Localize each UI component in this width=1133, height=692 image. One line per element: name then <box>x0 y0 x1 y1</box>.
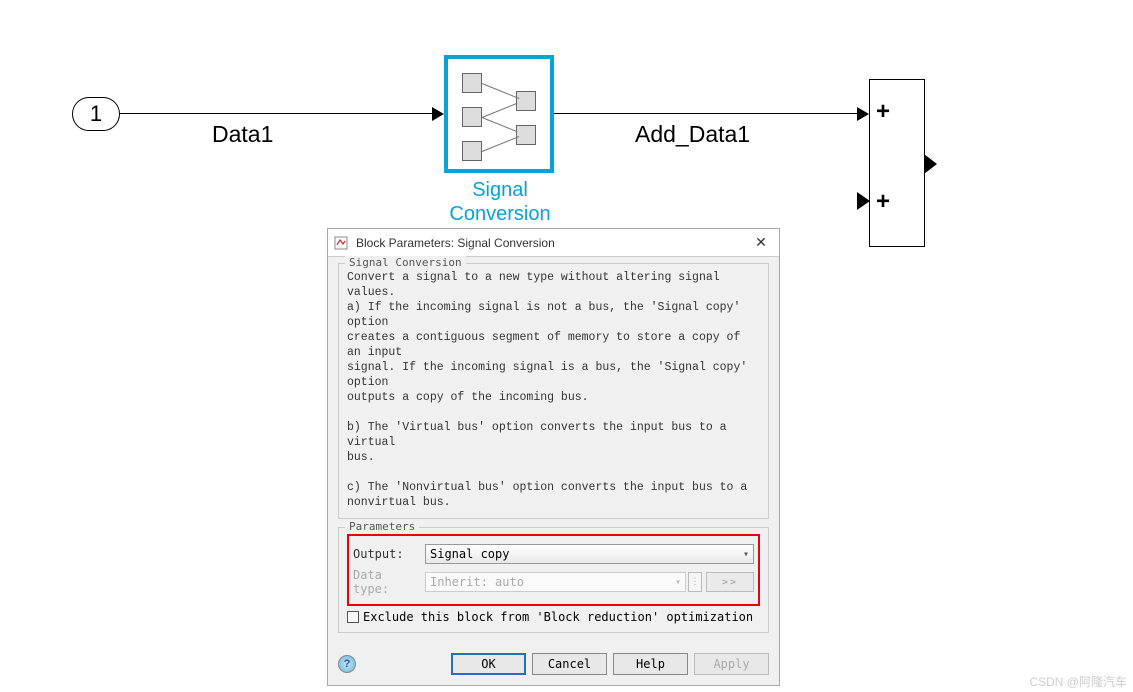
output-value: Signal copy <box>430 547 509 561</box>
help-icon[interactable]: ? <box>338 655 356 673</box>
block-parameters-dialog: Block Parameters: Signal Conversion ✕ Si… <box>327 228 780 686</box>
cancel-button[interactable]: Cancel <box>532 653 607 675</box>
dialog-footer: ? OK Cancel Help Apply <box>328 649 779 685</box>
block-icon-line <box>482 103 518 118</box>
block-icon-box <box>462 107 482 127</box>
block-icon-box <box>516 125 536 145</box>
apply-button: Apply <box>694 653 769 675</box>
ok-button[interactable]: OK <box>451 653 526 675</box>
output-dropdown[interactable]: Signal copy <box>425 544 754 564</box>
exclude-checkbox[interactable] <box>347 611 359 623</box>
signal-line-1 <box>120 113 440 114</box>
output-label: Output: <box>353 547 425 561</box>
section-title: Signal Conversion <box>345 256 466 269</box>
datatype-assistant-button: ⋮ <box>688 572 702 592</box>
plus-icon: + <box>876 188 890 216</box>
exclude-row: Exclude this block from 'Block reduction… <box>347 610 760 624</box>
signal-conversion-label: Signal Conversion <box>440 178 560 226</box>
dialog-titlebar[interactable]: Block Parameters: Signal Conversion ✕ <box>328 229 779 257</box>
simulink-icon <box>334 235 350 251</box>
block-description: Convert a signal to a new type without a… <box>347 270 760 510</box>
sum-block[interactable]: + + <box>869 79 925 247</box>
expand-icon: >> <box>722 577 738 588</box>
close-button[interactable]: ✕ <box>749 233 773 253</box>
datatype-value: Inherit: auto <box>430 575 524 589</box>
help-button[interactable]: Help <box>613 653 688 675</box>
exclude-label: Exclude this block from 'Block reduction… <box>363 610 753 624</box>
dialog-title: Block Parameters: Signal Conversion <box>356 236 555 250</box>
block-icon-line <box>482 83 519 99</box>
inport-number: 1 <box>90 101 102 127</box>
sum-input-port <box>857 192 870 210</box>
datatype-dropdown: Inherit: auto <box>425 572 686 592</box>
sum-output-port <box>925 155 937 173</box>
block-icon-line <box>482 117 518 132</box>
block-icon-line <box>482 136 519 152</box>
block-icon-box <box>462 73 482 93</box>
close-icon: ✕ <box>755 234 767 251</box>
section-title: Parameters <box>345 520 419 533</box>
watermark: CSDN @阿隆汽车 <box>1029 673 1127 690</box>
block-label-line1: Signal <box>440 178 560 202</box>
block-icon-box <box>516 91 536 111</box>
datatype-label: Data type: <box>353 568 425 596</box>
arrow-icon <box>432 107 444 121</box>
arrow-icon <box>857 107 869 121</box>
highlighted-parameters: Output: Signal copy Data type: Inherit: … <box>347 534 760 606</box>
parameters-section: Parameters Output: Signal copy Data type… <box>338 527 769 633</box>
dialog-body: Signal Conversion Convert a signal to a … <box>328 257 779 649</box>
signal1-label: Data1 <box>212 121 273 148</box>
signal-line-2 <box>554 113 864 114</box>
plus-icon: + <box>876 98 890 126</box>
datatype-row: Data type: Inherit: auto ⋮ >> <box>353 568 754 596</box>
inport-block[interactable]: 1 <box>72 97 120 131</box>
signal2-label: Add_Data1 <box>635 121 750 148</box>
description-section: Signal Conversion Convert a signal to a … <box>338 263 769 519</box>
block-icon-box <box>462 141 482 161</box>
more-icon: ⋮ <box>691 577 700 587</box>
datatype-expand-button: >> <box>706 572 754 592</box>
block-label-line2: Conversion <box>440 202 560 226</box>
signal-conversion-block[interactable] <box>444 55 554 173</box>
output-row: Output: Signal copy <box>353 544 754 564</box>
